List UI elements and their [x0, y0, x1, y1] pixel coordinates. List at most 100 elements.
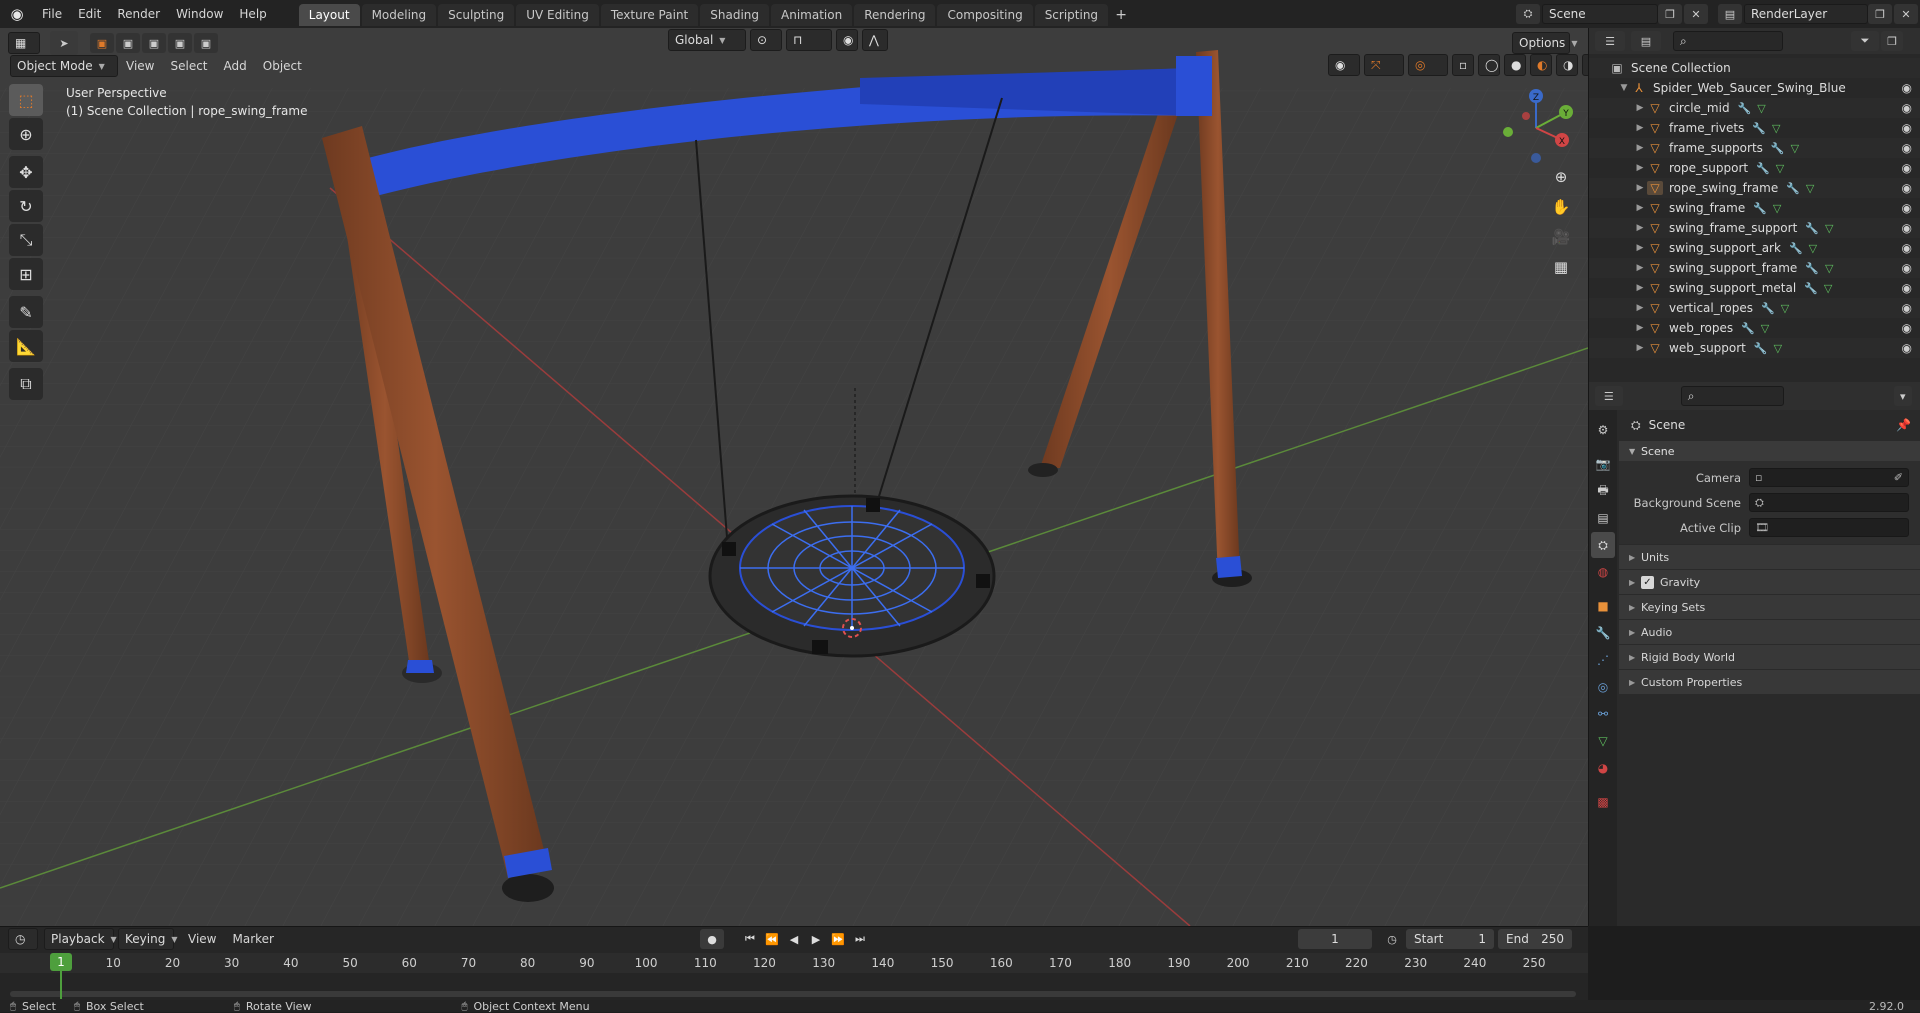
select-box-tool-icon[interactable]: ⬚ [9, 84, 43, 116]
scale-tool-icon[interactable]: ⤡ [9, 224, 43, 256]
3d-viewport[interactable]: ▦ ➤ ▣ ▣ ▣ ▣ ▣ Object Mode ▼ View Select A… [0, 28, 1588, 926]
properties-search-input[interactable]: ⌕ [1680, 386, 1784, 406]
tab-scripting[interactable]: Scripting [1034, 4, 1109, 26]
tab-layout[interactable]: Layout [298, 4, 360, 26]
particles-tab-icon[interactable]: ⋰ [1591, 647, 1615, 673]
visibility-eye-icon[interactable]: ◉ [1902, 81, 1912, 95]
expand-icon[interactable]: ▶ [1633, 243, 1647, 253]
outliner-filter-icon[interactable]: ⏷ [1851, 31, 1879, 51]
gravity-panel-header[interactable]: ▶ ✓ Gravity [1619, 570, 1920, 594]
wireframe-shading-icon[interactable]: ◯ [1478, 54, 1500, 76]
select-mode-subtract-icon[interactable]: ▣ [142, 33, 166, 53]
blender-logo-icon[interactable]: ◉ [0, 0, 34, 28]
expand-icon[interactable]: ▶ [1633, 223, 1647, 233]
shading-options-icon[interactable]: ▾ [1582, 54, 1588, 76]
scene-name-field[interactable]: Scene [1542, 4, 1658, 24]
object-mode-dropdown[interactable]: Object Mode ▼ [10, 55, 118, 77]
zoom-view-icon[interactable]: ⊕ [1546, 164, 1576, 190]
units-panel-header[interactable]: ▶ Units [1619, 545, 1920, 569]
keying-menu[interactable]: Keying ▼ [118, 928, 177, 950]
prev-keyframe-icon[interactable]: ⏪ [762, 929, 782, 949]
navigation-gizmo[interactable]: Z Y X [1496, 88, 1576, 168]
tab-texture-paint[interactable]: Texture Paint [600, 4, 699, 26]
visibility-eye-icon[interactable]: ◉ [1902, 241, 1912, 255]
audio-panel-header[interactable]: ▶ Audio [1619, 620, 1920, 644]
timeline-editor-type-icon[interactable]: ◷ [8, 928, 38, 950]
expand-icon[interactable]: ▶ [1633, 183, 1647, 193]
visibility-eye-icon[interactable]: ◉ [1902, 181, 1912, 195]
tab-modeling[interactable]: Modeling [361, 4, 437, 26]
properties-options-icon[interactable]: ▾ [1893, 386, 1912, 406]
annotate-tool-icon[interactable]: ✎ [9, 296, 43, 328]
tab-uv-editing[interactable]: UV Editing [516, 4, 599, 26]
rotate-tool-icon[interactable]: ↻ [9, 190, 43, 222]
expand-icon[interactable]: ▶ [1633, 283, 1647, 293]
visibility-eye-icon[interactable]: ◉ [1902, 281, 1912, 295]
expand-icon[interactable]: ▶ [1633, 323, 1647, 333]
visibility-icon[interactable]: ◉ [1328, 54, 1360, 76]
expand-icon[interactable]: ▶ [1633, 343, 1647, 353]
rigid-body-world-panel-header[interactable]: ▶ Rigid Body World [1619, 645, 1920, 669]
scene-icon[interactable]: ⛭ [1516, 4, 1540, 24]
jump-start-icon[interactable]: ⏮ [740, 929, 760, 949]
object-tab-icon[interactable]: ■ [1591, 593, 1615, 619]
add-cube-tool-icon[interactable]: ⧉ [9, 368, 43, 400]
outliner-object-row[interactable]: ▶ ▽ swing_support_frame 🔧 ▽ ◉ [1589, 258, 1920, 278]
jump-end-icon[interactable]: ⏭ [850, 929, 870, 949]
menu-edit[interactable]: Edit [70, 0, 109, 28]
object-data-tab-icon[interactable]: ▽ [1591, 728, 1615, 754]
menu-window[interactable]: Window [168, 0, 231, 28]
viewport-menu-select[interactable]: Select [162, 52, 215, 80]
visibility-eye-icon[interactable]: ◉ [1902, 301, 1912, 315]
play-reverse-icon[interactable]: ◀ [784, 929, 804, 949]
tab-compositing[interactable]: Compositing [937, 4, 1033, 26]
keying-sets-panel-header[interactable]: ▶ Keying Sets [1619, 595, 1920, 619]
tab-sculpting[interactable]: Sculpting [438, 4, 515, 26]
texture-tab-icon[interactable]: ▩ [1591, 789, 1615, 815]
outliner-object-row[interactable]: ▶ ▽ swing_support_metal 🔧 ▽ ◉ [1589, 278, 1920, 298]
outliner-display-mode-icon[interactable]: ▤ [1631, 31, 1661, 51]
play-icon[interactable]: ▶ [806, 929, 826, 949]
add-workspace-button[interactable]: + [1110, 4, 1132, 26]
delete-scene-icon[interactable]: ✕ [1684, 4, 1708, 24]
scene-collection-row[interactable]: ▣ Scene Collection [1589, 58, 1920, 78]
scene-panel-header[interactable]: ▼ Scene [1619, 441, 1920, 461]
timeline-editor[interactable]: ◷ Playback ▼ Keying ▼ View Marker ● ⏮ ⏪ ◀ … [0, 925, 1588, 1001]
visibility-eye-icon[interactable]: ◉ [1902, 121, 1912, 135]
transform-orientation-dropdown[interactable]: Global ▼ [668, 29, 746, 51]
gizmo-toggle-icon[interactable]: ⤧ [1364, 54, 1404, 76]
ortho-toggle-icon[interactable]: ▦ [1546, 254, 1576, 280]
outliner-object-row[interactable]: ▶ ▽ vertical_ropes 🔧 ▽ ◉ [1589, 298, 1920, 318]
expand-icon[interactable]: ▶ [1633, 163, 1647, 173]
properties-panel[interactable]: ☰ ⌕ ▾ ⚙ 📷 🖶 ▤ ⛭ ◍ ■ 🔧 ⋰ ◎ ⚯ ▽ ◕ ▩ ⛭ Scen… [1588, 382, 1920, 926]
expand-icon[interactable]: ▶ [1633, 143, 1647, 153]
outliner-object-row-active[interactable]: ▶ ▽ rope_swing_frame 🔧 ▽ ◉ [1589, 178, 1920, 198]
tab-shading[interactable]: Shading [700, 4, 769, 26]
overlays-toggle-icon[interactable]: ◎ [1408, 54, 1448, 76]
visibility-eye-icon[interactable]: ◉ [1902, 221, 1912, 235]
timeline-scrollbar[interactable] [10, 991, 1576, 997]
outliner-object-row[interactable]: ▶ ▽ swing_frame 🔧 ▽ ◉ [1589, 198, 1920, 218]
output-tab-icon[interactable]: 🖶 [1591, 478, 1615, 504]
outliner-object-row[interactable]: ▶ ▽ circle_mid 🔧 ▽ ◉ [1589, 98, 1920, 118]
next-keyframe-icon[interactable]: ⏩ [828, 929, 848, 949]
expand-icon[interactable]: ▶ [1633, 203, 1647, 213]
physics-tab-icon[interactable]: ◎ [1591, 674, 1615, 700]
select-mode-extend-icon[interactable]: ▣ [116, 33, 140, 53]
active-clip-field[interactable]: 🎞 [1749, 518, 1909, 537]
outliner-object-row[interactable]: ▶ ▽ web_support 🔧 ▽ ◉ [1589, 338, 1920, 358]
select-mode-invert-icon[interactable]: ▣ [168, 33, 192, 53]
cursor-tool-icon[interactable]: ⊕ [9, 118, 43, 150]
world-tab-icon[interactable]: ◍ [1591, 559, 1615, 585]
new-view-layer-icon[interactable]: ❐ [1868, 4, 1892, 24]
viewport-menu-view[interactable]: View [118, 52, 162, 80]
constraints-tab-icon[interactable]: ⚯ [1591, 701, 1615, 727]
expand-icon[interactable]: ▶ [1633, 303, 1647, 313]
outliner-object-row[interactable]: ▶ ▽ frame_supports 🔧 ▽ ◉ [1589, 138, 1920, 158]
timeline-menu-marker[interactable]: Marker [224, 925, 281, 953]
delete-view-layer-icon[interactable]: ✕ [1894, 4, 1918, 24]
pin-icon[interactable]: 📌 [1896, 418, 1911, 432]
xray-toggle-icon[interactable]: ▫ [1452, 54, 1474, 76]
scene-tab-icon[interactable]: ⛭ [1591, 532, 1615, 558]
camera-field[interactable]: ▫ ✐ [1749, 468, 1909, 487]
